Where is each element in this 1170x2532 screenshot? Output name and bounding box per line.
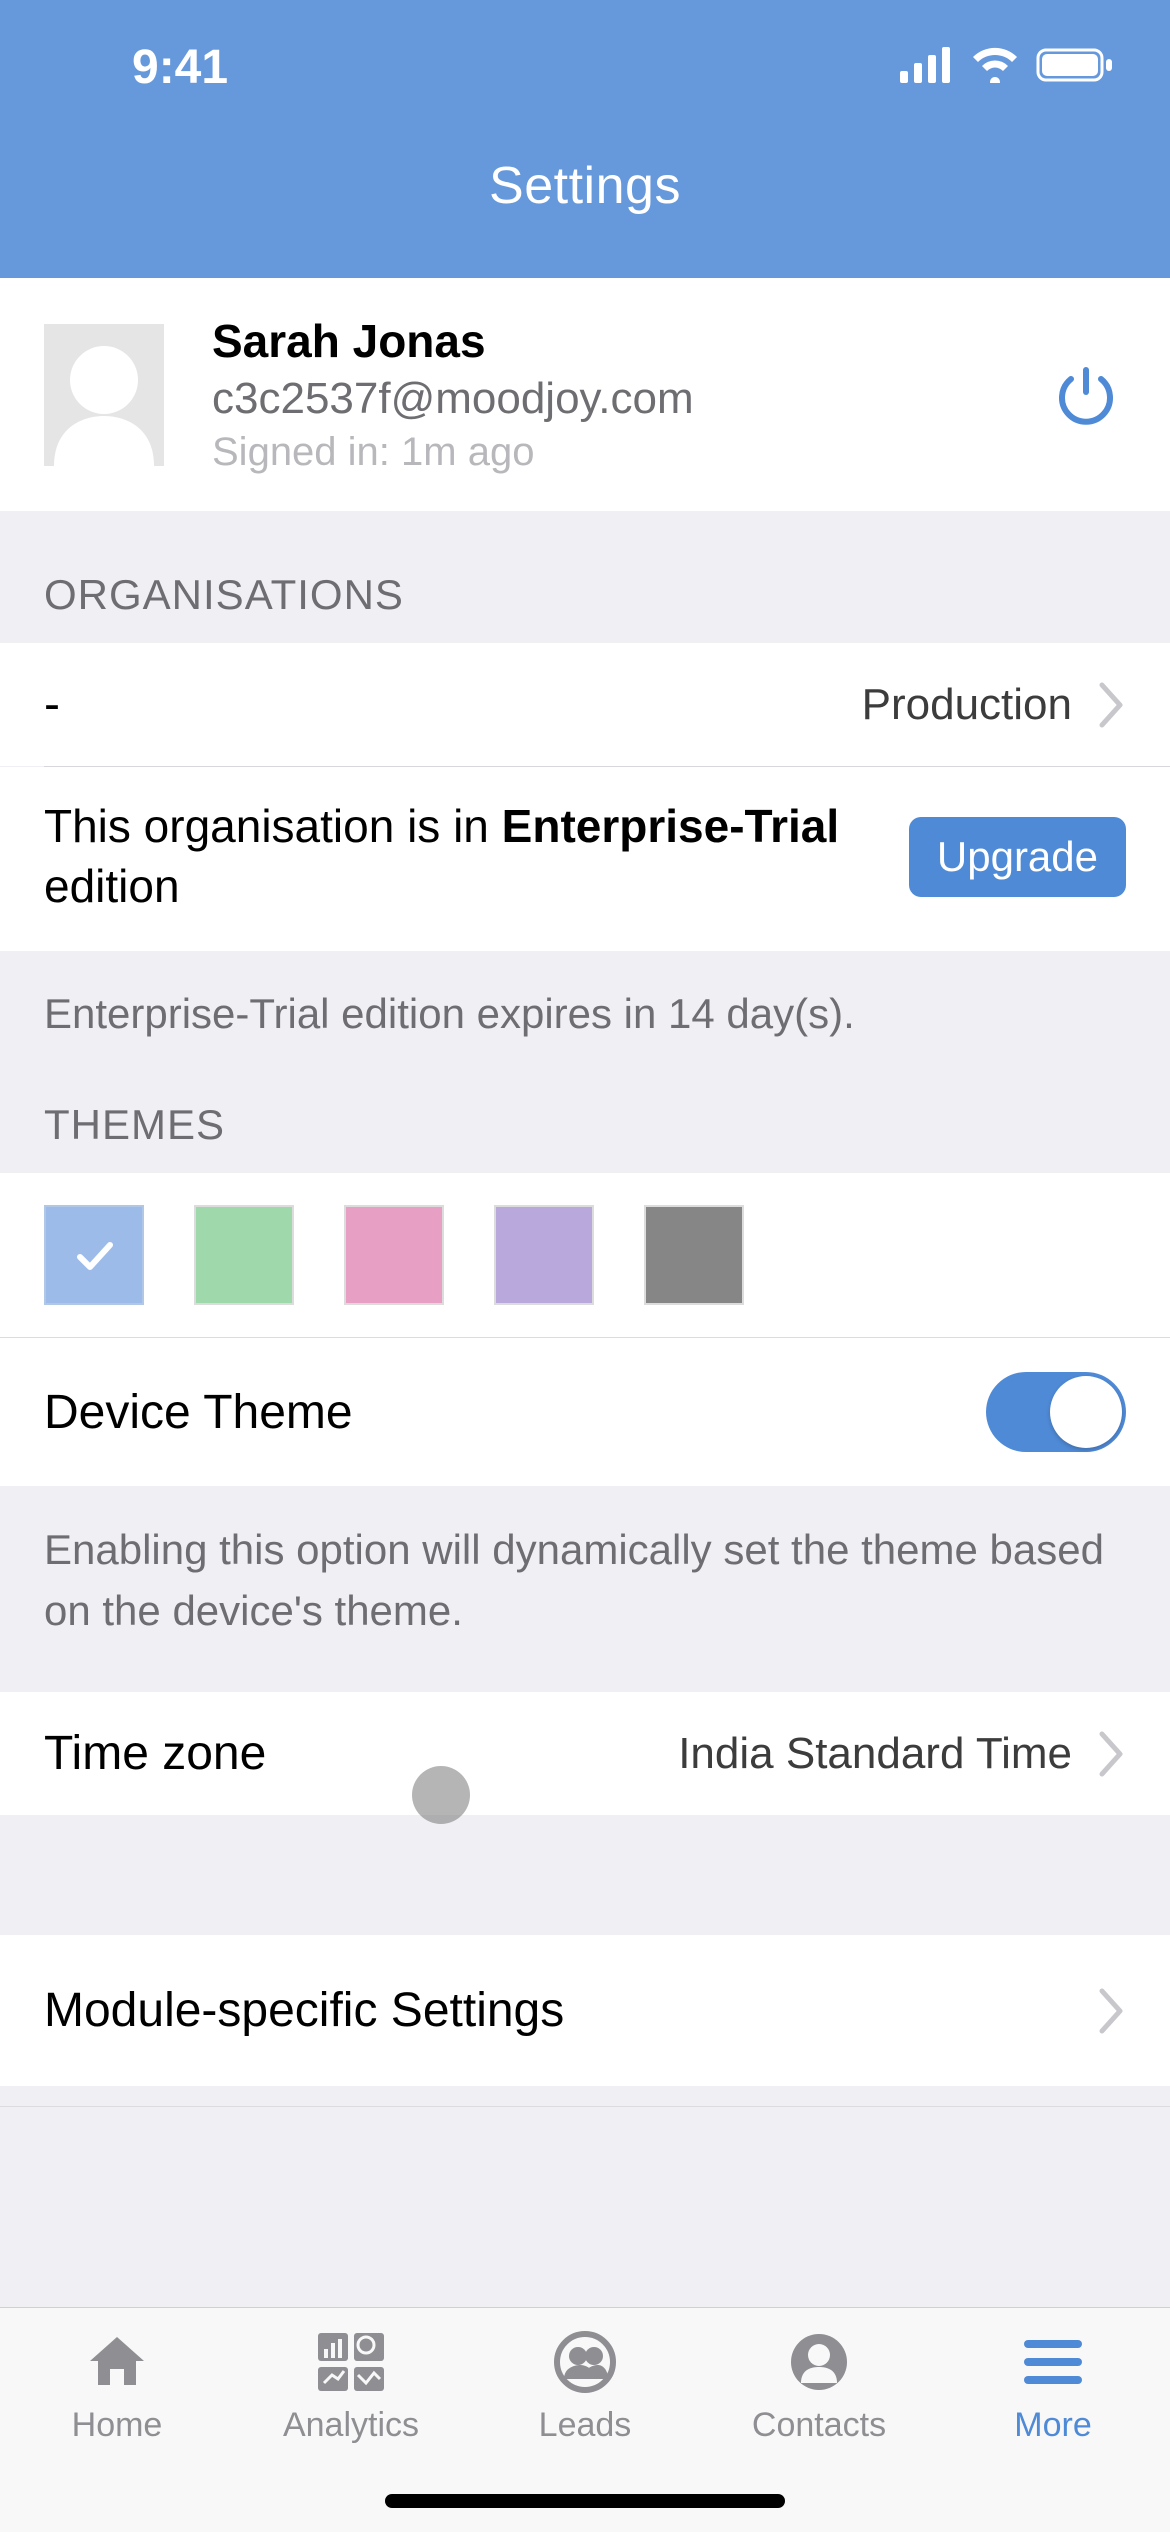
leads-icon — [549, 2326, 621, 2398]
sign-out-button[interactable] — [1046, 355, 1126, 435]
section-header-themes: THEMES — [0, 1053, 1170, 1173]
status-time: 9:41 — [54, 40, 228, 95]
battery-icon — [1036, 46, 1116, 89]
touch-indicator-icon — [412, 1766, 470, 1824]
edition-name: Enterprise-Trial — [502, 800, 839, 852]
home-indicator — [385, 2494, 785, 2508]
app-header: 9:41 Settings — [0, 0, 1170, 278]
module-settings-row[interactable]: Module-specific Settings — [0, 1935, 1170, 2086]
section-header-organisations: ORGANISATIONS — [0, 511, 1170, 643]
upgrade-button[interactable]: Upgrade — [909, 817, 1126, 897]
device-theme-toggle[interactable] — [986, 1372, 1126, 1452]
profile-name: Sarah Jonas — [212, 314, 1046, 368]
page-title: Settings — [0, 156, 1170, 216]
edition-prefix: This organisation is in — [44, 800, 502, 852]
avatar-placeholder-icon — [44, 324, 164, 466]
timezone-value: India Standard Time — [678, 1729, 1072, 1779]
edition-row: This organisation is in Enterprise-Trial… — [0, 767, 1170, 951]
theme-swatch-green[interactable] — [194, 1205, 294, 1305]
theme-swatch-pink[interactable] — [344, 1205, 444, 1305]
timezone-label: Time zone — [44, 1726, 266, 1781]
theme-swatch-gray[interactable] — [644, 1205, 744, 1305]
analytics-icon — [315, 2326, 387, 2398]
tab-more[interactable]: More — [963, 2326, 1143, 2532]
profile-email: c3c2537f@moodjoy.com — [212, 374, 1046, 424]
status-bar: 9:41 — [0, 0, 1170, 100]
timezone-row[interactable]: Time zone India Standard Time — [0, 1692, 1170, 1815]
status-icons — [900, 46, 1116, 89]
profile-row[interactable]: Sarah Jonas c3c2537f@moodjoy.com Signed … — [0, 278, 1170, 511]
tab-leads-label: Leads — [539, 2406, 632, 2445]
organisation-name: - — [44, 677, 60, 732]
theme-swatch-blue[interactable] — [44, 1205, 144, 1305]
device-theme-label: Device Theme — [44, 1385, 353, 1440]
tab-contacts-label: Contacts — [752, 2406, 886, 2445]
profile-text: Sarah Jonas c3c2537f@moodjoy.com Signed … — [212, 314, 1046, 475]
tab-home[interactable]: Home — [27, 2326, 207, 2532]
organisation-env: Production — [862, 680, 1072, 730]
home-icon — [81, 2326, 153, 2398]
theme-color-row — [0, 1173, 1170, 1337]
profile-signed-in: Signed in: 1m ago — [212, 430, 1046, 475]
chevron-right-icon — [1098, 681, 1126, 729]
module-settings-label: Module-specific Settings — [44, 1983, 564, 2038]
chevron-right-icon — [1098, 1987, 1126, 2035]
checkmark-icon — [70, 1231, 118, 1279]
hamburger-icon — [1017, 2326, 1089, 2398]
contacts-icon — [783, 2326, 855, 2398]
tab-analytics-label: Analytics — [283, 2406, 419, 2445]
organisation-row[interactable]: - Production — [0, 643, 1170, 766]
tab-more-label: More — [1014, 2406, 1091, 2445]
tab-bar: Home Analytics Leads Contacts More — [0, 2307, 1170, 2532]
device-theme-description: Enabling this option will dynamically se… — [0, 1486, 1170, 1692]
device-theme-row: Device Theme — [0, 1338, 1170, 1486]
power-icon — [1053, 362, 1119, 428]
edition-suffix: edition — [44, 860, 180, 912]
edition-expiry-note: Enterprise-Trial edition expires in 14 d… — [0, 951, 1170, 1054]
theme-swatch-purple[interactable] — [494, 1205, 594, 1305]
chevron-right-icon — [1098, 1730, 1126, 1778]
edition-text: This organisation is in Enterprise-Trial… — [44, 797, 864, 917]
tab-home-label: Home — [72, 2406, 163, 2445]
cellular-icon — [900, 47, 954, 88]
wifi-icon — [970, 47, 1020, 88]
